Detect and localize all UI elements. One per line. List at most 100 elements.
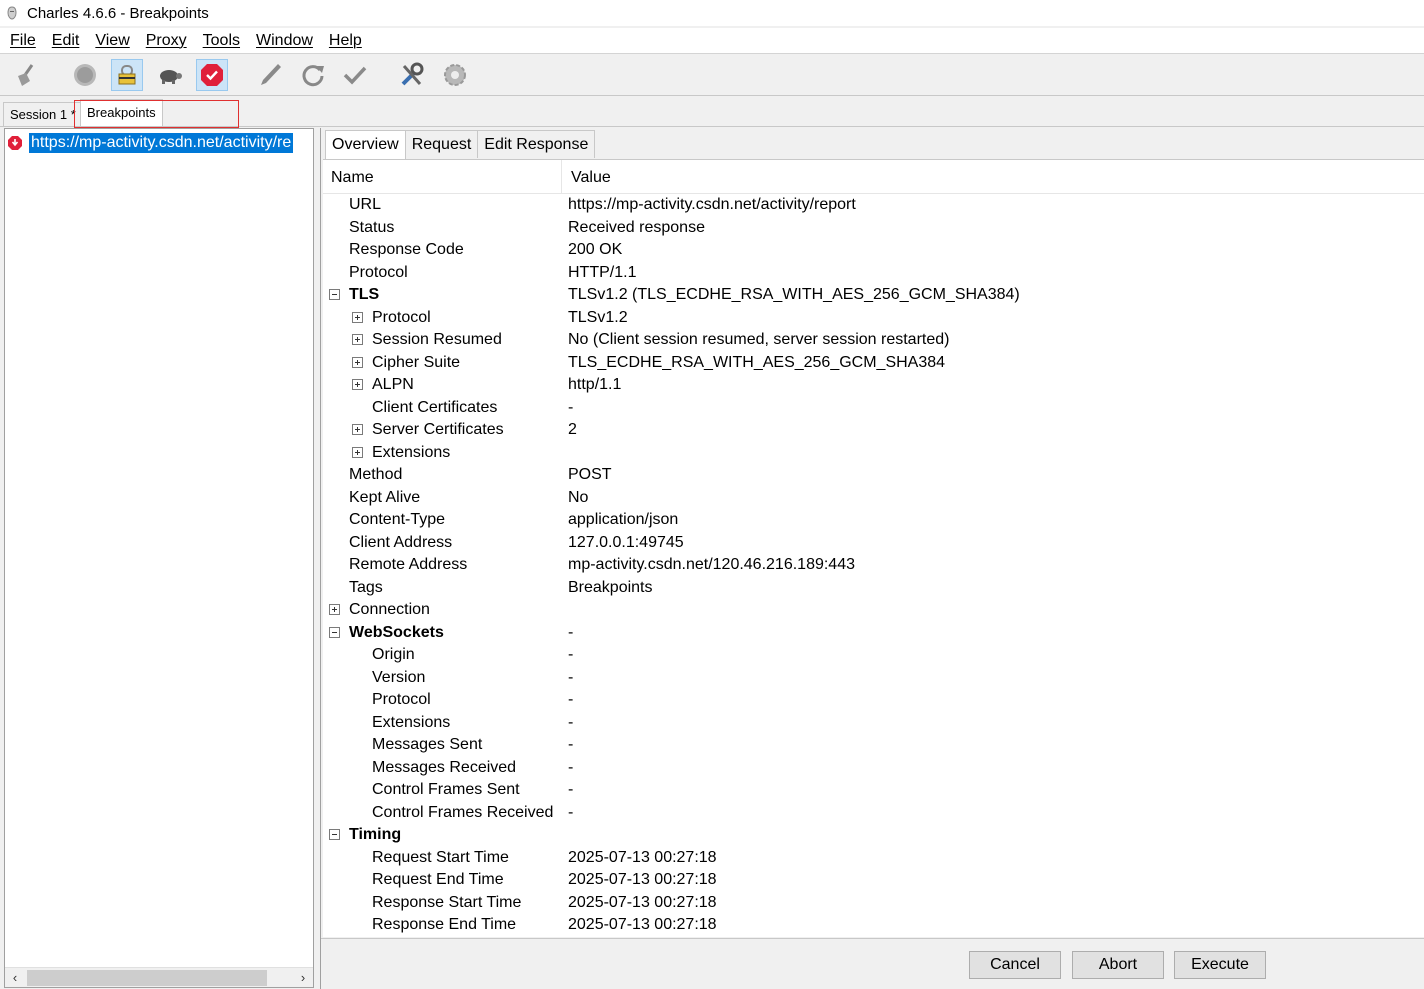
- table-row[interactable]: Client Address 127.0.0.1:49745: [323, 532, 1424, 555]
- row-value: 2: [568, 421, 577, 438]
- row-value: 127.0.0.1:49745: [568, 533, 684, 551]
- table-row[interactable]: WebSockets -: [323, 622, 1424, 645]
- table-row[interactable]: TLS TLSv1.2 (TLS_ECDHE_RSA_WITH_AES_256_G…: [323, 284, 1424, 307]
- table-row[interactable]: Timing: [323, 824, 1424, 847]
- table-row[interactable]: Method POST: [323, 464, 1424, 487]
- table-row[interactable]: Control Frames Received -: [323, 802, 1424, 825]
- table-row[interactable]: Response End Time 2025-07-13 00:27:18: [323, 914, 1424, 937]
- row-value: -: [568, 713, 574, 731]
- detail-pane: Overview Request Edit Response Name Valu…: [320, 128, 1424, 989]
- row-name: Response End Time: [372, 916, 517, 933]
- menu-tools[interactable]: Tools: [195, 32, 248, 50]
- row-name: Response Code: [349, 241, 464, 258]
- row-value: -: [568, 691, 574, 708]
- repeat-icon[interactable]: [297, 59, 329, 91]
- expand-icon[interactable]: [352, 446, 363, 458]
- table-row[interactable]: Content-Type application/json: [323, 509, 1424, 532]
- row-name: Method: [349, 466, 403, 483]
- row-name: Extensions: [372, 443, 451, 461]
- validate-check-icon[interactable]: [339, 59, 371, 91]
- row-name: WebSockets: [349, 623, 444, 641]
- table-row[interactable]: Response Start Time 2025-07-13 00:27:18: [323, 892, 1424, 915]
- tab-request[interactable]: Request: [404, 130, 479, 158]
- column-header-value[interactable]: Value: [571, 169, 611, 187]
- table-row[interactable]: Request End Time 2025-07-13 00:27:18: [323, 869, 1424, 892]
- record-icon[interactable]: [69, 59, 101, 91]
- menu-edit[interactable]: Edit: [44, 32, 88, 50]
- table-row[interactable]: Extensions -: [323, 712, 1424, 735]
- tab-session-1[interactable]: Session 1 *: [3, 102, 83, 126]
- table-row[interactable]: Kept Alive No: [323, 487, 1424, 510]
- row-name: Session Resumed: [372, 331, 502, 348]
- throttle-turtle-icon[interactable]: [154, 59, 186, 91]
- table-row[interactable]: Messages Sent -: [323, 734, 1424, 757]
- table-row[interactable]: Origin -: [323, 644, 1424, 667]
- row-value: http/1.1: [568, 376, 622, 393]
- menu-window[interactable]: Window: [248, 32, 321, 50]
- table-row[interactable]: Session Resumed No (Client session resume…: [323, 329, 1424, 352]
- table-row[interactable]: Extensions: [323, 442, 1424, 465]
- scrollbar-thumb[interactable]: [27, 970, 267, 986]
- breakpoints-icon[interactable]: [196, 59, 228, 91]
- detail-tab-bar: Overview Request Edit Response: [325, 130, 596, 160]
- tools-icon[interactable]: [396, 59, 428, 91]
- request-tree-pane: https://mp-activity.csdn.net/activity/re…: [4, 128, 314, 988]
- table-row[interactable]: Server Certificates 2: [323, 419, 1424, 442]
- tree-row-breakpoint-request[interactable]: https://mp-activity.csdn.net/activity/re: [7, 132, 313, 154]
- table-row[interactable]: Client Certificates -: [323, 397, 1424, 420]
- expand-icon[interactable]: [352, 379, 363, 390]
- menu-file[interactable]: File: [0, 32, 44, 50]
- scroll-right-icon[interactable]: ›: [295, 970, 311, 985]
- tab-breakpoints[interactable]: Breakpoints: [80, 99, 163, 126]
- row-name: ALPN: [372, 376, 414, 393]
- compose-pen-icon[interactable]: [254, 59, 286, 91]
- horizontal-scrollbar[interactable]: ‹ ›: [5, 967, 313, 987]
- table-row[interactable]: Control Frames Sent -: [323, 779, 1424, 802]
- charles-app-icon: [7, 6, 17, 20]
- table-row[interactable]: Request Start Time 2025-07-13 00:27:18: [323, 847, 1424, 870]
- expand-icon[interactable]: [352, 334, 363, 345]
- menu-view[interactable]: View: [87, 32, 137, 50]
- cancel-button[interactable]: Cancel: [969, 951, 1061, 979]
- window-title: Charles 4.6.6 - Breakpoints: [27, 4, 209, 22]
- table-row[interactable]: Messages Received -: [323, 757, 1424, 780]
- expand-icon[interactable]: [352, 311, 363, 323]
- column-divider[interactable]: [561, 160, 562, 194]
- row-value: -: [568, 758, 574, 776]
- table-row[interactable]: Connection: [323, 599, 1424, 622]
- row-name: URL: [349, 196, 382, 213]
- abort-button[interactable]: Abort: [1072, 951, 1164, 979]
- scroll-left-icon[interactable]: ‹: [7, 970, 23, 985]
- table-row[interactable]: Remote Address mp-activity.csdn.net/120.4…: [323, 554, 1424, 577]
- table-row[interactable]: Cipher Suite TLS_ECDHE_RSA_WITH_AES_256_G…: [323, 352, 1424, 375]
- settings-gear-icon[interactable]: [439, 59, 471, 91]
- table-row[interactable]: Protocol TLSv1.2: [323, 307, 1424, 330]
- table-row[interactable]: URL https://mp-activity.csdn.net/activity…: [323, 194, 1424, 217]
- menu-help[interactable]: Help: [321, 32, 370, 50]
- toolbar: [0, 55, 1424, 96]
- table-row[interactable]: Tags Breakpoints: [323, 577, 1424, 600]
- tab-overview[interactable]: Overview: [325, 130, 406, 160]
- menu-proxy[interactable]: Proxy: [138, 32, 195, 50]
- table-row[interactable]: ALPN http/1.1: [323, 374, 1424, 397]
- row-name: Request End Time: [372, 871, 504, 888]
- tab-edit-response[interactable]: Edit Response: [477, 130, 596, 158]
- execute-button[interactable]: Execute: [1174, 951, 1266, 979]
- table-row[interactable]: Protocol -: [323, 689, 1424, 712]
- ssl-proxy-icon[interactable]: [111, 59, 143, 91]
- table-row[interactable]: Response Code 200 OK: [323, 239, 1424, 262]
- collapse-icon[interactable]: [329, 289, 340, 300]
- collapse-icon[interactable]: [329, 829, 340, 840]
- expand-icon[interactable]: [352, 356, 363, 368]
- row-name: Content-Type: [349, 511, 446, 528]
- row-value: -: [568, 668, 574, 686]
- request-url: https://mp-activity.csdn.net/activity/re: [29, 133, 294, 153]
- expand-icon[interactable]: [352, 424, 363, 435]
- expand-icon[interactable]: [329, 604, 340, 615]
- broom-icon[interactable]: [10, 59, 42, 91]
- table-row[interactable]: Status Received response: [323, 217, 1424, 240]
- collapse-icon[interactable]: [329, 626, 340, 638]
- column-header-name[interactable]: Name: [331, 169, 374, 187]
- table-row[interactable]: Version -: [323, 667, 1424, 690]
- table-row[interactable]: Protocol HTTP/1.1: [323, 262, 1424, 285]
